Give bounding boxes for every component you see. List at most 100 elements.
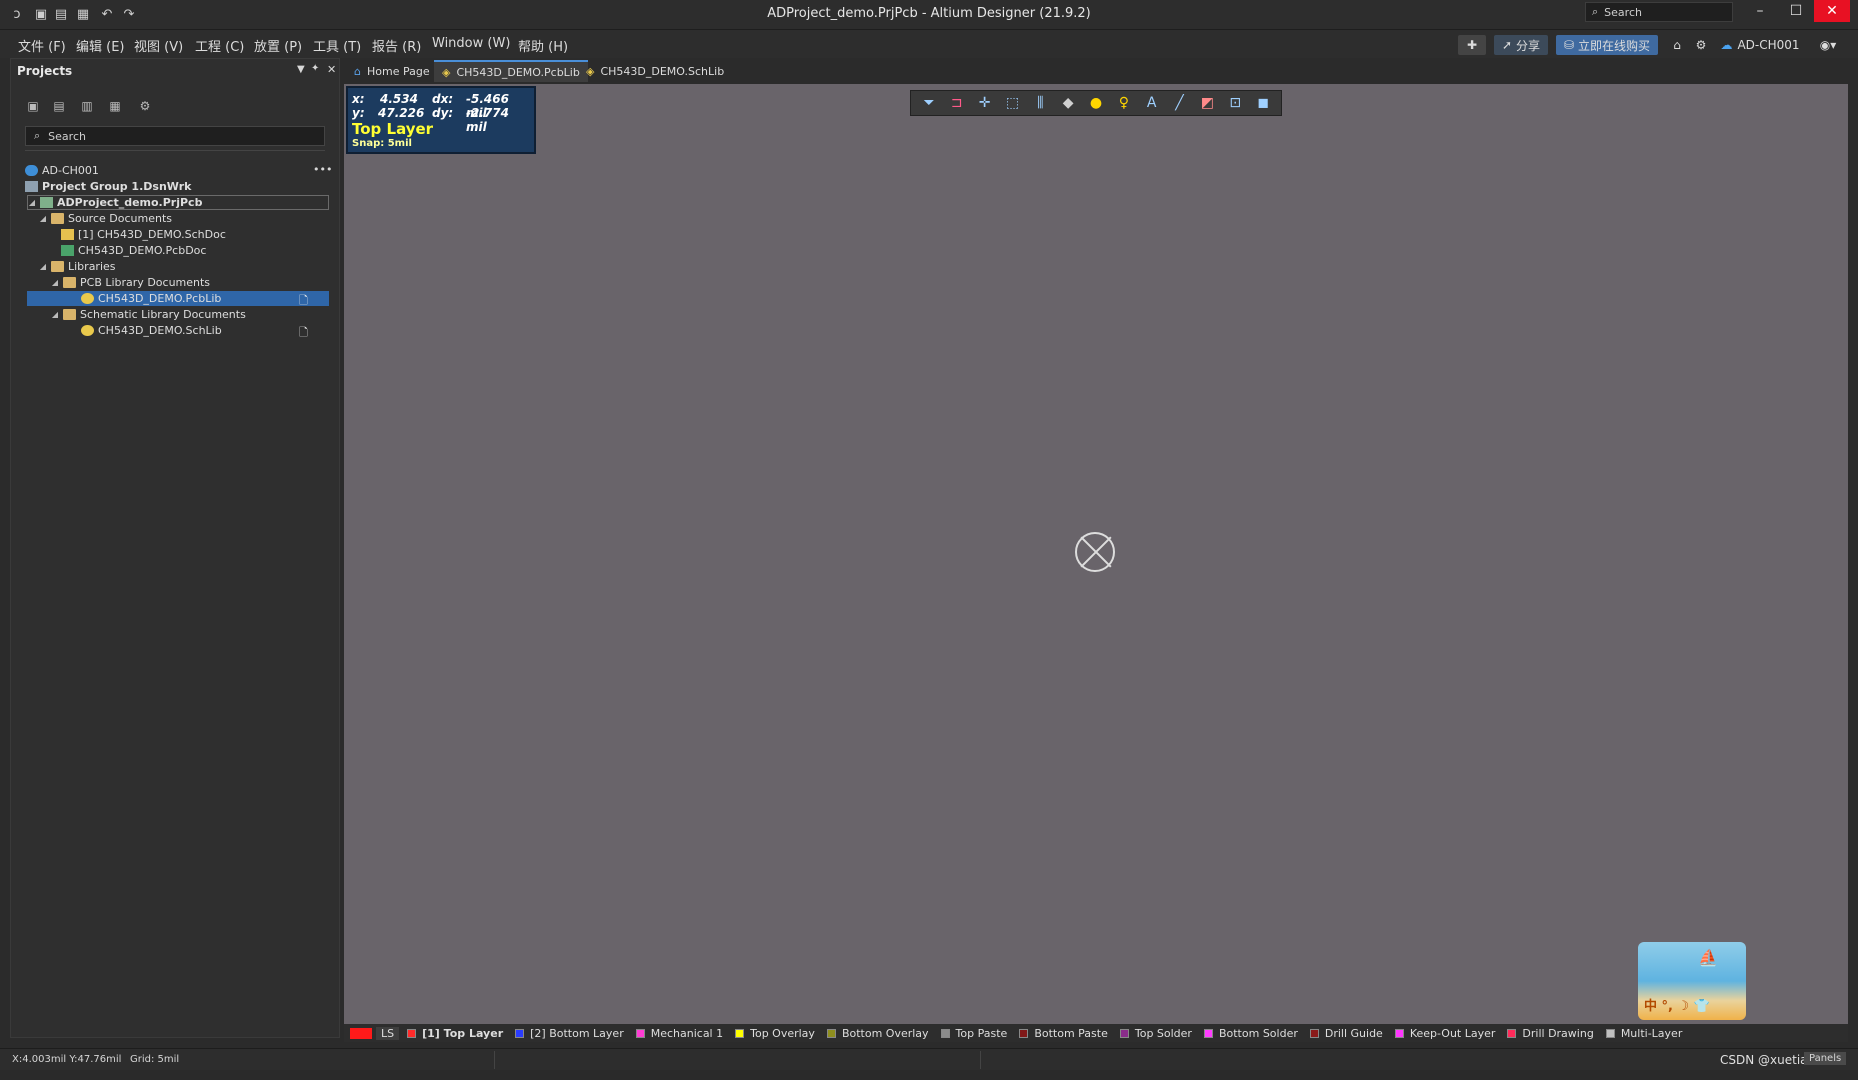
layer-tab[interactable]: Top Paste	[940, 1027, 1007, 1040]
layer-tab[interactable]: [1] Top Layer	[407, 1027, 503, 1040]
tree-item-schematic-library-documents[interactable]: ◢ Schematic Library Documents	[51, 307, 246, 322]
expand-arrow-icon[interactable]: ◢	[39, 214, 47, 223]
layer-tab[interactable]: Top Solder	[1119, 1027, 1192, 1040]
layer-tab-label: Mechanical 1	[650, 1026, 724, 1040]
expand-arrow-icon[interactable]: ◢	[51, 310, 59, 319]
tree-item-schdoc[interactable]: [1] CH543D_DEMO.SchDoc	[61, 227, 226, 242]
tree-item-workspace[interactable]: AD-CH001	[25, 163, 99, 178]
account-workspace-button[interactable]: ☁ AD-CH001	[1714, 35, 1806, 55]
panel-menu-icon[interactable]: ▼	[297, 64, 305, 75]
user-menu-icon[interactable]: ◉▾	[1812, 35, 1844, 55]
status-divider	[494, 1051, 495, 1069]
gear-icon[interactable]: ⚙	[135, 97, 155, 115]
open-folder-icon[interactable]: ▥	[77, 97, 97, 115]
document-tab-bar: ⌂ Home Page ◈ CH543D_DEMO.PcbLib ◈ CH543…	[344, 58, 1848, 84]
buy-online-button[interactable]: ⛁ 立即在线购买	[1556, 35, 1658, 55]
layer-set-button[interactable]: LS	[376, 1026, 400, 1040]
layer-color-swatch	[1309, 1028, 1319, 1038]
pcb-library-icon	[81, 293, 94, 304]
schematic-library-icon	[81, 325, 94, 336]
menu-edit[interactable]: 编辑 (E)	[76, 36, 125, 55]
text-icon[interactable]: A	[1141, 93, 1163, 113]
save-all-icon[interactable]: ▤	[49, 97, 69, 115]
projects-search-input[interactable]: ⌕ Search	[25, 126, 325, 146]
share-icon: ➚	[1501, 38, 1513, 52]
menu-reports[interactable]: 报告 (R)	[372, 36, 421, 55]
expand-arrow-icon[interactable]: ◢	[51, 278, 59, 287]
share-button[interactable]: ➚ 分享	[1494, 35, 1548, 55]
via-icon[interactable]: ♀	[1113, 93, 1135, 113]
menu-help[interactable]: 帮助 (H)	[518, 36, 568, 55]
align-icon[interactable]: ⫼	[1029, 93, 1051, 113]
region-icon[interactable]: ◼	[1252, 93, 1274, 113]
layer-color-swatch	[635, 1028, 645, 1038]
tab-home-page[interactable]: ⌂ Home Page	[346, 60, 438, 82]
home-icon[interactable]: ⌂	[1666, 35, 1688, 55]
pad-icon[interactable]: ●	[1085, 93, 1107, 113]
tree-item-libraries[interactable]: ◢ Libraries	[39, 259, 116, 274]
layer-tab[interactable]: Top Overlay	[735, 1027, 815, 1040]
tree-item-label: CH543D_DEMO.PcbLib	[98, 292, 222, 305]
dimension-icon[interactable]: ⊡	[1224, 93, 1246, 113]
feedback-icon[interactable]: ✚	[1458, 35, 1486, 55]
layer-tab-label: Bottom Solder	[1218, 1026, 1298, 1040]
more-options-icon[interactable]: •••	[313, 163, 332, 176]
pin-icon[interactable]: ✦	[311, 63, 319, 74]
layer-tab[interactable]: Drill Guide	[1309, 1027, 1383, 1040]
layer-tab[interactable]: Bottom Solder	[1203, 1026, 1298, 1040]
close-button[interactable]: ✕	[1814, 0, 1850, 22]
cross-select-icon[interactable]: ✛	[974, 93, 996, 113]
input-method-widget[interactable]: ⛵ 中 °, ☽ 👕	[1638, 942, 1746, 1020]
filter-icon[interactable]: ⏷	[918, 93, 940, 113]
tab-label: Home Page	[366, 64, 430, 78]
line-icon[interactable]: ╱	[1169, 93, 1191, 113]
layer-color-swatch	[735, 1028, 745, 1038]
panels-button[interactable]: Panels	[1804, 1052, 1847, 1065]
tab-pcblib[interactable]: ◈ CH543D_DEMO.PcbLib	[434, 60, 588, 82]
tree-item-schlib[interactable]: CH543D_DEMO.SchLib	[81, 323, 222, 338]
menu-bar: 文件 (F) 编辑 (E) 视图 (V) 工程 (C) 放置 (P) 工具 (T…	[0, 30, 1858, 58]
select-rectangle-icon[interactable]: ⬚	[1001, 93, 1023, 113]
layer-tab-list: [1] Top Layer [2] Bottom Layer Mechanical …	[407, 1027, 1694, 1040]
minimize-button[interactable]: –	[1742, 0, 1778, 22]
search-placeholder: Search	[48, 129, 86, 143]
layer-tab[interactable]: [2] Bottom Layer	[515, 1027, 624, 1040]
menu-file[interactable]: 文件 (F)	[18, 36, 66, 55]
layer-tab[interactable]: Keep-Out Layer	[1394, 1027, 1495, 1040]
menu-tools[interactable]: 工具 (T)	[313, 36, 361, 55]
tree-item-project-group[interactable]: Project Group 1.DsnWrk	[25, 179, 191, 194]
tree-item-pcb-library-documents[interactable]: ◢ PCB Library Documents	[51, 275, 210, 290]
tree-item-source-documents[interactable]: ◢ Source Documents	[39, 211, 172, 226]
layer-tab[interactable]: Mechanical 1	[635, 1026, 724, 1040]
schematic-library-icon: ◈	[586, 64, 595, 78]
gear-icon[interactable]: ⚙	[1690, 35, 1712, 55]
menu-window[interactable]: Window (W)	[432, 36, 510, 51]
tree-item-pcbdoc[interactable]: CH543D_DEMO.PcbDoc	[61, 243, 206, 258]
layer-tab[interactable]: Drill Drawing	[1507, 1027, 1594, 1040]
tree-item-project[interactable]: ◢ ADProject_demo.PrjPcb	[27, 195, 329, 210]
tree-item-pcblib-selected[interactable]: CH543D_DEMO.PcbLib	[27, 291, 329, 306]
global-search[interactable]: ⌕ Search	[1585, 2, 1733, 22]
title-bar: ↄ ▣ ▤ ▦ ↶ ↷ ADProject_demo.PrjPcb - Alti…	[0, 0, 1858, 30]
route-icon[interactable]: ⊐	[946, 93, 968, 113]
menu-project[interactable]: 工程 (C)	[195, 36, 244, 55]
save-icon[interactable]: ▣	[23, 97, 43, 115]
component-icon[interactable]: ◆	[1057, 93, 1079, 113]
layer-tab[interactable]: Multi-Layer	[1605, 1027, 1682, 1040]
origin-marker-icon	[1075, 532, 1115, 572]
tree-item-label: PCB Library Documents	[80, 276, 211, 289]
close-folder-icon[interactable]: ▦	[105, 97, 125, 115]
layer-tab[interactable]: Bottom Overlay	[826, 1027, 929, 1040]
layer-tab[interactable]: Bottom Paste	[1019, 1027, 1108, 1040]
arc-icon[interactable]: ◩	[1196, 93, 1218, 113]
panel-close-icon[interactable]: ✕	[327, 63, 336, 76]
tab-schlib[interactable]: ◈ CH543D_DEMO.SchLib	[578, 60, 732, 82]
hud-x-value: 4.534	[380, 92, 418, 106]
maximize-button[interactable]: ☐	[1778, 0, 1814, 22]
menu-place[interactable]: 放置 (P)	[254, 36, 302, 55]
layer-color-swatch	[1394, 1028, 1404, 1038]
expand-arrow-icon[interactable]: ◢	[28, 198, 36, 207]
current-layer-color-swatch[interactable]	[350, 1027, 372, 1039]
menu-view[interactable]: 视图 (V)	[134, 36, 183, 55]
expand-arrow-icon[interactable]: ◢	[39, 262, 47, 271]
